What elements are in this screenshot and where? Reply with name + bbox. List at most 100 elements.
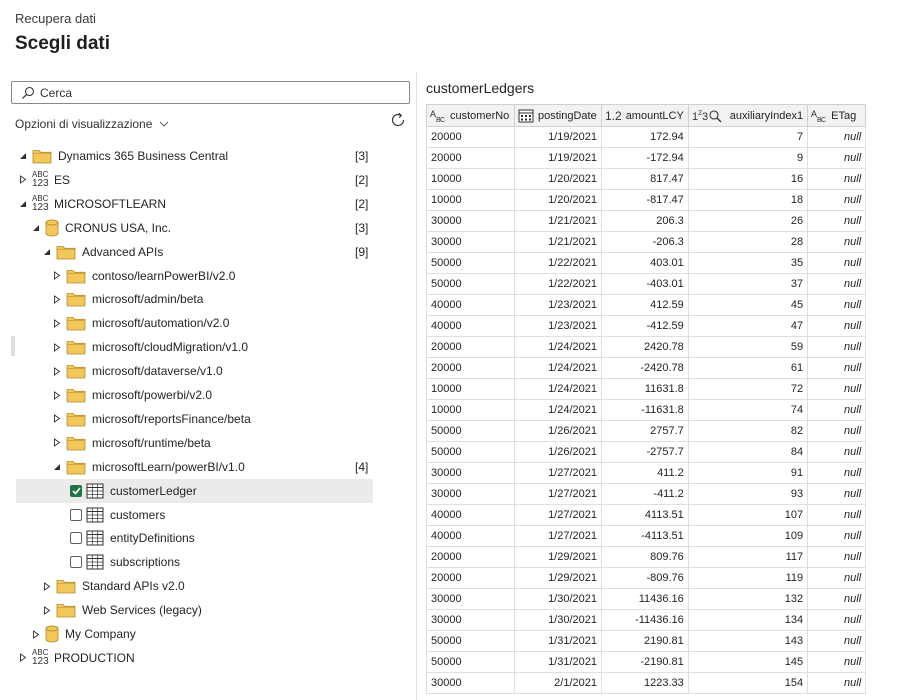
tree-node[interactable]: microsoft/runtime/beta [0, 431, 400, 455]
expand-caret-icon[interactable] [52, 342, 62, 352]
checkbox[interactable] [70, 532, 82, 545]
tree-node[interactable]: microsoft/admin/beta [0, 287, 400, 311]
checkbox[interactable] [70, 484, 82, 497]
tree-node[interactable]: ABC 123 MICROSOFTLEARN [2] [0, 192, 400, 216]
tree-node[interactable]: Standard APIs v2.0 [0, 574, 400, 598]
tree-node[interactable]: Web Services (legacy) [0, 598, 400, 622]
expand-caret-icon[interactable] [52, 366, 62, 376]
column-header[interactable]: 1.2 amountLCY [601, 104, 689, 127]
table-cell: null [807, 441, 867, 463]
table-cell: -817.47 [601, 189, 689, 211]
table-cell: 119 [687, 567, 809, 589]
expand-caret-icon[interactable] [52, 438, 62, 448]
table-row: 50000 1/22/2021 403.01 35 null [426, 252, 874, 274]
table-cell: 26 [687, 210, 809, 232]
tree-node[interactable]: microsoft/cloudMigration/v1.0 [0, 335, 400, 359]
folder-icon [66, 315, 86, 331]
refresh-icon[interactable] [389, 111, 407, 129]
tree-table-item[interactable]: entityDefinitions [0, 526, 400, 550]
collapse-caret-icon[interactable] [18, 199, 28, 209]
table-cell: -2190.81 [601, 651, 689, 673]
tree-table-item[interactable]: customerLedger [16, 478, 373, 503]
column-header[interactable]: A B C customerNo [426, 104, 515, 127]
tree-node-label: entityDefinitions [110, 531, 195, 546]
view-options-dropdown[interactable]: Opzioni di visualizzazione [15, 117, 169, 131]
collapse-caret-icon[interactable] [42, 247, 52, 257]
table-cell: 1/24/2021 [514, 336, 602, 358]
integer-type-icon[interactable]: 123 [692, 108, 726, 124]
table-cell: null [807, 609, 867, 631]
checkbox[interactable] [70, 556, 82, 569]
table-cell: 40000 [426, 315, 515, 337]
table-cell: 1/29/2021 [514, 567, 602, 589]
column-header-label: auxiliaryIndex1 [729, 109, 804, 122]
view-options-label: Opzioni di visualizzazione [15, 117, 153, 131]
tree-node[interactable]: Dynamics 365 Business Central [3] [0, 144, 400, 168]
table-cell: 1/29/2021 [514, 546, 602, 568]
expand-caret-icon[interactable] [42, 581, 52, 591]
tree-node[interactable]: CRONUS USA, Inc. [3] [0, 216, 400, 240]
table-cell: 20000 [426, 147, 515, 169]
expand-caret-icon[interactable] [18, 175, 28, 185]
table-row: 40000 1/27/2021 -4113.51 109 null [426, 525, 874, 547]
table-cell: 117 [687, 546, 809, 568]
expand-caret-icon[interactable] [18, 653, 28, 663]
column-header[interactable]: 1 2 3 auxiliaryIndex1 [687, 104, 809, 127]
table-cell: null [807, 504, 867, 526]
collapse-caret-icon[interactable] [52, 462, 62, 472]
search-placeholder: Cerca [40, 85, 73, 100]
tree-node[interactable]: microsoft/powerbi/v2.0 [0, 383, 400, 407]
table-cell: -403.01 [601, 273, 689, 295]
column-header[interactable]: postingDate [514, 104, 602, 127]
tree-node[interactable]: contoso/learnPowerBI/v2.0 [0, 264, 400, 288]
abc-123-icon: ABC 123 [32, 169, 49, 189]
tree-table-item[interactable]: subscriptions [0, 550, 400, 574]
expand-caret-icon[interactable] [52, 414, 62, 424]
table-cell: 2757.7 [601, 420, 689, 442]
expand-caret-icon[interactable] [42, 605, 52, 615]
table-cell: 1/24/2021 [514, 378, 602, 400]
table-cell: -2420.78 [601, 357, 689, 379]
pane-divider[interactable] [416, 72, 417, 700]
table-cell: 1/19/2021 [514, 147, 602, 169]
table-cell: null [807, 168, 867, 190]
table-cell: 61 [687, 357, 809, 379]
column-header-label: postingDate [538, 109, 597, 122]
table-cell: null [807, 672, 867, 694]
text-type-icon[interactable]: ABC [811, 109, 827, 123]
table-cell: 20000 [426, 336, 515, 358]
tree-node[interactable]: ABC 123 PRODUCTION [0, 646, 400, 670]
collapse-caret-icon[interactable] [18, 151, 28, 161]
tree-node[interactable]: microsoft/dataverse/v1.0 [0, 359, 400, 383]
table-cell: 1/19/2021 [514, 126, 602, 148]
collapse-caret-icon[interactable] [31, 223, 41, 233]
tree-node[interactable]: microsoft/automation/v2.0 [0, 311, 400, 335]
checkbox[interactable] [70, 508, 82, 521]
folder-icon [66, 291, 86, 307]
date-type-icon[interactable] [518, 108, 534, 123]
decimal-type-icon[interactable]: 1.2 [605, 109, 622, 123]
tree-node[interactable]: Advanced APIs [9] [0, 240, 400, 264]
expand-caret-icon[interactable] [52, 294, 62, 304]
table-icon [86, 507, 104, 523]
expand-caret-icon[interactable] [52, 271, 62, 281]
text-type-icon[interactable]: ABC [430, 109, 446, 123]
tree-node[interactable]: microsoft/reportsFinance/beta [0, 407, 400, 431]
svg-text:C: C [440, 117, 445, 123]
tree-node[interactable]: ABC 123 ES [2] [0, 168, 400, 192]
expand-caret-icon[interactable] [52, 390, 62, 400]
table-cell: 74 [687, 399, 809, 421]
expand-caret-icon[interactable] [31, 629, 41, 639]
tree-table-item[interactable]: customers [0, 503, 400, 527]
expand-caret-icon[interactable] [52, 318, 62, 328]
tree-node-label: MICROSOFTLEARN [54, 196, 167, 211]
table-row: 30000 2/1/2021 1223.33 154 null [426, 672, 874, 694]
table-cell: -809.76 [601, 567, 689, 589]
tree-node[interactable]: My Company [0, 622, 400, 646]
table-cell: -412.59 [601, 315, 689, 337]
column-header[interactable]: A B C ETag [807, 104, 867, 127]
table-cell: null [807, 294, 867, 316]
table-cell: 40000 [426, 525, 515, 547]
tree-node[interactable]: microsoftLearn/powerBI/v1.0 [4] [0, 455, 400, 479]
search-input[interactable]: Cerca [11, 81, 410, 104]
